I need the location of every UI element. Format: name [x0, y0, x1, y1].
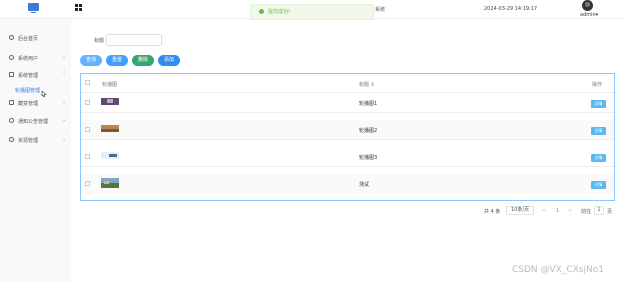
row-checkbox[interactable] — [85, 100, 90, 105]
monitor-logo-icon — [28, 3, 39, 13]
row-checkbox[interactable] — [85, 181, 90, 186]
clock-icon — [9, 35, 14, 40]
next-page-button[interactable]: > — [568, 208, 572, 214]
carousel-table: 轮播图 标题 ⇕ 操作 轮播图1 详情 轮播图2 详情 轮播图3 详情 测试 详… — [80, 73, 615, 201]
sidebar-item-label: 藏变管理 — [18, 101, 39, 107]
user-icon — [9, 55, 14, 60]
page-size-select[interactable]: 10条/页 — [506, 206, 534, 215]
carousel-thumbnail — [101, 152, 119, 159]
system-title-suffix: 系统 — [375, 7, 386, 13]
page-unit-label: 页 — [607, 209, 613, 215]
detail-button[interactable]: 详情 — [591, 127, 606, 135]
chevron-down-icon: ⌄ — [62, 54, 67, 60]
sidebar-item-label: 系统用户 — [18, 56, 39, 62]
sidebar-item-system[interactable]: 系统管理 ⌃ — [0, 69, 71, 81]
pagination-total: 共 4 条 — [484, 209, 501, 215]
folder-icon — [9, 72, 14, 77]
row-checkbox[interactable] — [85, 127, 90, 132]
chevron-down-icon: ⌄ — [62, 99, 67, 105]
chevron-up-icon: ⌃ — [62, 71, 67, 77]
sidebar: 后台首页 系统用户 ⌄ 系统管理 ⌃ 藏变管理 ⌄ 通知公告管理 ⌄ 资源管理 … — [0, 19, 71, 282]
success-check-icon — [259, 9, 264, 14]
row-checkbox[interactable] — [85, 154, 90, 159]
reset-button[interactable]: 重置 — [106, 55, 128, 66]
page-number-current[interactable]: 1 — [556, 208, 559, 214]
settings-icon — [9, 137, 14, 142]
table-row: 轮播图3 详情 — [81, 147, 614, 167]
chevron-down-icon: ⌄ — [62, 136, 67, 142]
username-label: admin — [580, 12, 596, 18]
user-avatar[interactable] — [582, 0, 593, 11]
table-header-row: 轮播图 标题 ⇕ 操作 — [81, 74, 614, 93]
toast-message: 提交成功! — [268, 9, 291, 15]
document-icon — [9, 100, 14, 105]
sidebar-item-users[interactable]: 系统用户 ⌄ — [0, 52, 71, 64]
add-button[interactable]: 添加 — [158, 55, 180, 66]
sidebar-item-collection[interactable]: 藏变管理 ⌄ — [0, 97, 71, 109]
table-row: 轮播图1 详情 — [81, 93, 614, 113]
detail-button[interactable]: 详情 — [591, 181, 606, 189]
sidebar-item-resources[interactable]: 资源管理 ⌄ — [0, 134, 71, 146]
grid-menu-icon[interactable] — [75, 4, 82, 11]
row-title: 测试 — [359, 182, 370, 188]
search-icon — [9, 118, 14, 123]
table-row: 轮播图2 详情 — [81, 120, 614, 140]
sidebar-item-notice[interactable]: 通知公告管理 ⌄ — [0, 115, 71, 127]
user-menu[interactable]: admin▾ — [580, 12, 598, 18]
table-row: 测试 详情 — [81, 174, 614, 194]
detail-button[interactable]: 详情 — [591, 100, 606, 108]
carousel-thumbnail — [101, 98, 119, 105]
success-toast: 提交成功! — [250, 4, 374, 20]
goto-page-input[interactable]: 1 — [594, 206, 604, 215]
sidebar-item-label: 通知公告管理 — [18, 119, 49, 125]
sidebar-item-label: 系统管理 — [18, 73, 39, 79]
search-label: 标题 — [94, 38, 105, 44]
current-datetime: 2024-03-29 14:19:17 — [484, 6, 538, 12]
row-title: 轮播图3 — [359, 155, 378, 161]
detail-button[interactable]: 详情 — [591, 154, 606, 162]
prev-page-button[interactable]: < — [542, 208, 546, 214]
user-caret-icon: ▾ — [595, 12, 599, 18]
sidebar-item-label: 后台首页 — [18, 36, 39, 42]
column-header-image: 轮播图 — [102, 82, 118, 88]
title-search-input[interactable] — [106, 34, 162, 46]
chevron-down-icon: ⌄ — [62, 117, 67, 123]
select-all-checkbox[interactable] — [85, 80, 90, 85]
column-header-title[interactable]: 标题 ⇕ — [359, 81, 375, 88]
sidebar-item-home[interactable]: 后台首页 — [0, 32, 71, 44]
delete-button[interactable]: 删除 — [132, 55, 154, 66]
query-button[interactable]: 查询 — [80, 55, 102, 66]
carousel-thumbnail — [101, 125, 119, 132]
sidebar-item-label: 资源管理 — [18, 138, 39, 144]
column-header-ops: 操作 — [592, 82, 603, 88]
goto-label: 前往 — [581, 209, 592, 215]
sidebar-subitem-carousel[interactable]: 轮播图管理 — [15, 87, 40, 94]
row-title: 轮播图1 — [359, 101, 378, 107]
hand-cursor-icon — [41, 90, 47, 98]
row-title: 轮播图2 — [359, 128, 378, 134]
carousel-thumbnail — [101, 178, 119, 188]
watermark: CSDN @VX_CXsjNo1 — [512, 265, 604, 275]
